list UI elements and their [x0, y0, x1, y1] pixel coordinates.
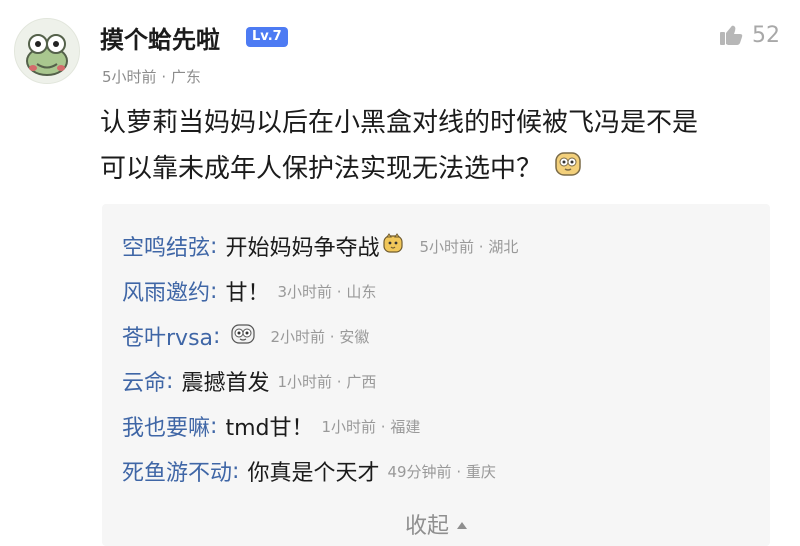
reply-time: 49分钟前 [387, 462, 452, 481]
meta-separator: · [456, 462, 462, 481]
collapse-button[interactable]: 收起 [102, 508, 770, 540]
reply-meta: 49分钟前 · 重庆 [387, 461, 495, 482]
reply-location: 安徽 [339, 327, 370, 346]
post-time: 5小时前 [102, 68, 157, 86]
meta-separator: · [478, 237, 484, 256]
reply-location: 广西 [346, 372, 377, 391]
like-button[interactable]: 52 [718, 22, 780, 48]
reply-text: tmd甘！ [225, 416, 314, 441]
reply-author[interactable]: 云命 [122, 365, 166, 397]
reply-row[interactable]: 苍叶rvsa : 2小时前 · 安徽 [122, 320, 369, 352]
reply-colon: : [213, 323, 221, 349]
post-author[interactable]: 摸个蛤先啦 [100, 20, 220, 55]
thumb-up-icon [720, 25, 743, 45]
reply-time: 3小时前 [277, 282, 332, 301]
reply-meta: 1小时前 · 福建 [321, 416, 420, 437]
reply-colon: : [210, 413, 218, 439]
reply-meta: 3小时前 · 山东 [277, 281, 376, 302]
cat-face-emoji-icon [554, 147, 582, 193]
reply-author[interactable]: 我也要嘛 [122, 410, 210, 442]
reply-row[interactable]: 风雨邀约 : 甘！ 3小时前 · 山东 [122, 275, 376, 307]
reply-time: 1小时前 [277, 372, 332, 391]
reply-author[interactable]: 死鱼游不动 [122, 455, 232, 487]
dog-emoji-icon [381, 232, 405, 260]
reply-author[interactable]: 风雨邀约 [122, 275, 210, 307]
reply-meta: 2小时前 · 安徽 [270, 326, 369, 347]
meta-separator: · [336, 372, 342, 391]
post-location: 广东 [170, 68, 201, 86]
meta-separator: · [336, 282, 342, 301]
post-content-line-2: 可以靠未成年人保护法实现无法选中？ [100, 146, 780, 193]
reply-text: 你真是个天才 [247, 461, 380, 486]
reply-author[interactable]: 空鸣结弦 [122, 230, 210, 262]
meta-separator: · [329, 327, 335, 346]
reply-time: 2小时前 [270, 327, 325, 346]
face-emoji-icon [230, 322, 256, 350]
reply-location: 重庆 [465, 462, 496, 481]
post-content-line-1: 认萝莉当妈妈以后在小黑盒对线的时候被飞冯是不是 [100, 108, 699, 138]
reply-location: 山东 [346, 282, 377, 301]
collapse-label: 收起 [404, 514, 449, 539]
reply-text: 震撼首发 [181, 371, 270, 396]
reply-row[interactable]: 空鸣结弦 : 开始妈妈争夺战 5小时前 · 湖北 [122, 230, 518, 262]
reply-colon: : [166, 368, 174, 394]
frog-avatar-icon [15, 19, 79, 83]
reply-row[interactable]: 云命 : 震撼首发 1小时前 · 广西 [122, 365, 376, 397]
reply-colon: : [210, 278, 218, 304]
reply-text: 开始妈妈争夺战 [225, 236, 380, 261]
reply-meta: 5小时前 · 湖北 [419, 236, 518, 257]
reply-colon: : [232, 458, 240, 484]
reply-meta: 1小时前 · 广西 [277, 371, 376, 392]
reply-text: 甘！ [225, 281, 270, 306]
meta-separator: · [380, 417, 386, 436]
meta-separator: · [161, 68, 167, 86]
reply-colon: : [210, 233, 218, 259]
reply-location: 湖北 [488, 237, 519, 256]
reply-row[interactable]: 死鱼游不动 : 你真是个天才 49分钟前 · 重庆 [122, 455, 496, 487]
post-content-text: 可以靠未成年人保护法实现无法选中？ [100, 154, 543, 184]
like-count: 52 [752, 22, 780, 48]
reply-time: 5小时前 [419, 237, 474, 256]
reply-row[interactable]: 我也要嘛 : tmd甘！ 1小时前 · 福建 [122, 410, 420, 442]
caret-up-icon [457, 521, 467, 529]
post-meta: 5小时前 · 广东 [102, 66, 201, 87]
level-badge: Lv.7 [246, 27, 288, 47]
reply-location: 福建 [390, 417, 421, 436]
post-content: 认萝莉当妈妈以后在小黑盒对线的时候被飞冯是不是 可以靠未成年人保护法实现无法选中… [100, 100, 780, 193]
reply-time: 1小时前 [321, 417, 377, 436]
user-avatar[interactable] [14, 18, 80, 84]
reply-author[interactable]: 苍叶rvsa [122, 320, 213, 352]
reply-thread: 空鸣结弦 : 开始妈妈争夺战 5小时前 · 湖北 风雨邀约 : 甘！ 3小时前 … [102, 204, 770, 546]
